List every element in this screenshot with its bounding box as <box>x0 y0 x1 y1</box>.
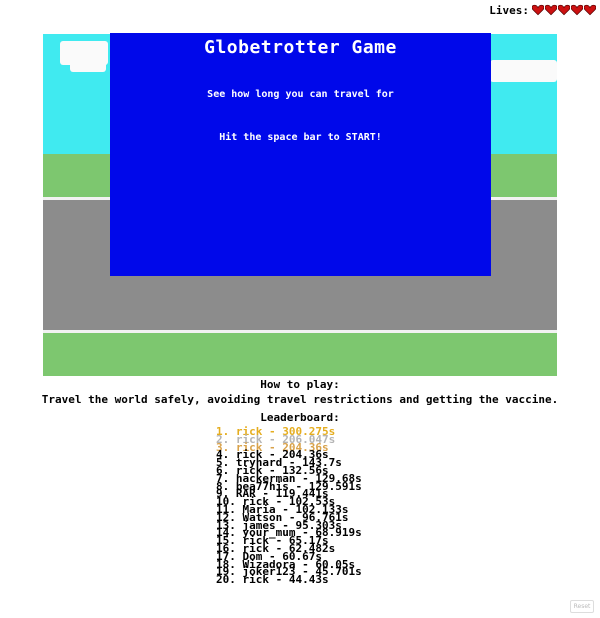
lives-hearts <box>531 4 596 16</box>
start-menu: Globetrotter Game See how long you can t… <box>110 33 491 276</box>
heart-icon <box>584 4 596 16</box>
lives-indicator: Lives: <box>489 3 596 17</box>
heart-icon <box>571 4 583 16</box>
cloud <box>70 56 106 72</box>
heart-icon <box>545 4 557 16</box>
reset-button[interactable]: Reset <box>570 600 594 613</box>
grass-bottom <box>43 333 557 376</box>
leaderboard-heading: Leaderboard: <box>260 411 340 424</box>
leaderboard-list: 1. rick - 300.275s 2. rick - 206.047s 3. r… <box>216 426 362 585</box>
game-subtitle: See how long you can travel for <box>207 89 394 100</box>
heart-icon <box>558 4 570 16</box>
start-instruction: Hit the space bar to START! <box>219 132 382 143</box>
game-title: Globetrotter Game <box>204 37 397 58</box>
cloud <box>490 60 557 82</box>
lives-label: Lives: <box>489 3 529 17</box>
heart-icon <box>532 4 544 16</box>
how-to-play-heading: How to play: <box>260 378 340 391</box>
how-to-play-text: Travel the world safely, avoiding travel… <box>41 393 559 406</box>
